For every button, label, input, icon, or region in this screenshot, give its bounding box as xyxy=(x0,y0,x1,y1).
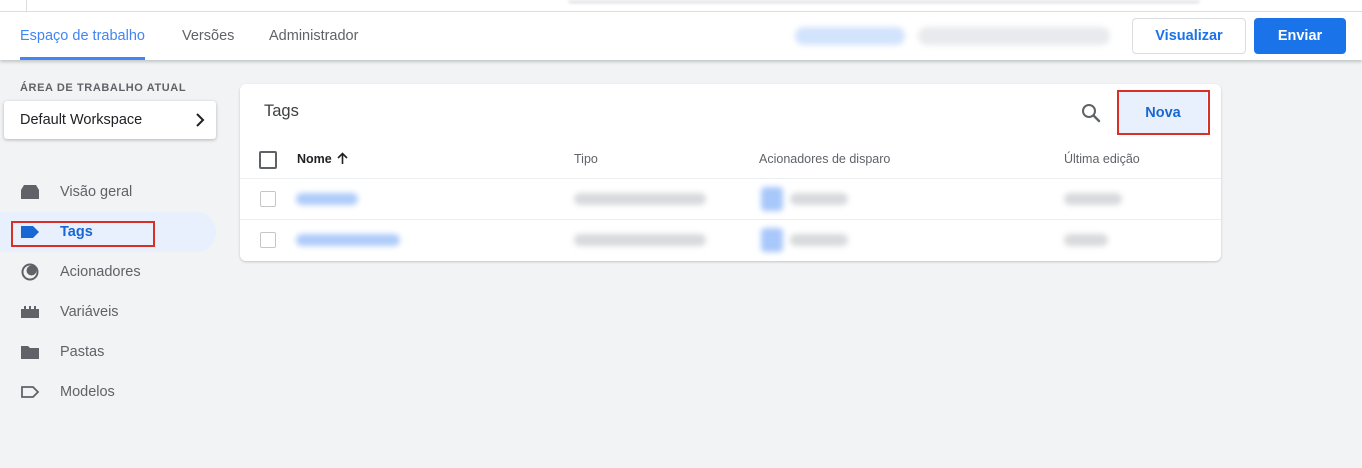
tag-icon xyxy=(21,226,39,238)
app-header: Espaço de trabalho Versões Administrador… xyxy=(0,12,1362,60)
sidebar-item-label: Visão geral xyxy=(60,184,133,200)
tab-versions[interactable]: Versões xyxy=(182,12,234,60)
blurred-trigger-icon xyxy=(761,228,783,252)
tab-admin[interactable]: Administrador xyxy=(269,12,358,60)
blurred-tag-name[interactable] xyxy=(296,193,358,205)
sidebar-item-overview[interactable]: Visão geral xyxy=(0,172,216,212)
blurred-trigger-name xyxy=(790,234,848,246)
column-header-type[interactable]: Tipo xyxy=(574,152,598,166)
sidebar-item-label: Modelos xyxy=(60,384,115,400)
table-row[interactable] xyxy=(240,179,1221,219)
blurred-container-chip xyxy=(918,27,1110,45)
select-all-checkbox[interactable] xyxy=(259,151,277,169)
sidebar-item-label: Acionadores xyxy=(60,264,141,280)
workspace-name: Default Workspace xyxy=(20,112,143,128)
sidebar-item-label: Tags xyxy=(60,224,93,240)
blurred-top-bar xyxy=(568,0,1200,4)
browser-top-strip xyxy=(0,0,1362,12)
sidebar-item-label: Pastas xyxy=(60,344,105,360)
blurred-workspace-chip xyxy=(795,27,905,45)
workspace-selector[interactable]: Default Workspace xyxy=(4,101,216,139)
chevron-right-icon xyxy=(196,113,205,127)
blurred-last-edited xyxy=(1064,193,1122,205)
table-row[interactable] xyxy=(240,220,1221,260)
overview-icon xyxy=(21,185,39,199)
blurred-last-edited xyxy=(1064,234,1108,246)
new-tag-button[interactable]: Nova xyxy=(1119,92,1207,134)
blurred-tag-type xyxy=(574,193,706,205)
folder-icon xyxy=(21,346,39,359)
sidebar-item-templates[interactable]: Modelos xyxy=(0,372,216,412)
sidebar-item-label: Variáveis xyxy=(60,304,119,320)
sidebar-item-triggers[interactable]: Acionadores xyxy=(0,252,216,292)
top-separator xyxy=(26,0,27,12)
blurred-trigger-name xyxy=(790,193,848,205)
panel-title: Tags xyxy=(264,102,299,120)
blurred-trigger-icon xyxy=(761,187,783,211)
sidebar-item-variables[interactable]: Variáveis xyxy=(0,292,216,332)
tags-panel: Tags Nova Nome Tipo Acionadores de dispa… xyxy=(240,84,1221,261)
variables-icon xyxy=(21,306,39,318)
blurred-tag-name[interactable] xyxy=(296,234,400,246)
row-checkbox[interactable] xyxy=(260,191,276,207)
template-icon xyxy=(21,386,40,398)
submit-button[interactable]: Enviar xyxy=(1254,18,1346,54)
workspace-section-label: ÁREA DE TRABALHO ATUAL xyxy=(20,82,187,94)
column-header-triggers[interactable]: Acionadores de disparo xyxy=(759,152,890,166)
column-header-last-edited[interactable]: Última edição xyxy=(1064,152,1140,166)
column-header-name[interactable]: Nome xyxy=(297,152,332,166)
arrow-up-icon[interactable] xyxy=(336,152,349,165)
tab-workspace[interactable]: Espaço de trabalho xyxy=(20,12,145,60)
row-checkbox[interactable] xyxy=(260,232,276,248)
preview-button[interactable]: Visualizar xyxy=(1132,18,1246,54)
blurred-tag-type xyxy=(574,234,706,246)
sidebar-item-tags[interactable]: Tags xyxy=(0,212,216,252)
search-icon[interactable] xyxy=(1078,100,1104,126)
trigger-icon xyxy=(21,263,39,281)
sidebar-item-folders[interactable]: Pastas xyxy=(0,332,216,372)
